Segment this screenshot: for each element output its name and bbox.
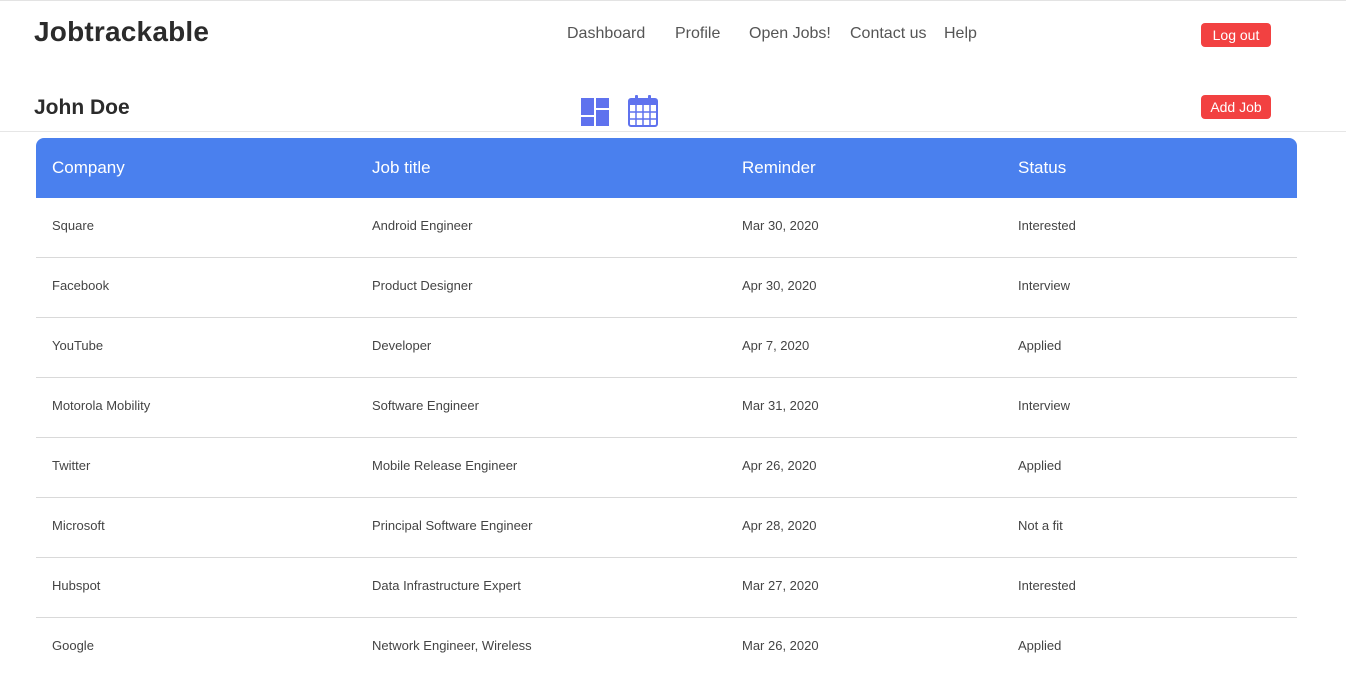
nav-help[interactable]: Help bbox=[944, 25, 977, 43]
cell-job-title: Data Infrastructure Expert bbox=[372, 578, 521, 593]
cell-status: Interview bbox=[1018, 398, 1071, 413]
cell-status: Not a fit bbox=[1018, 518, 1063, 533]
cell-company: YouTube bbox=[52, 338, 104, 353]
nav-open-jobs[interactable]: Open Jobs! bbox=[749, 25, 831, 43]
table-header: Company Job title Reminder Status bbox=[36, 138, 1297, 198]
divider bbox=[0, 131, 1346, 132]
cell-status: Interested bbox=[1018, 218, 1076, 233]
cell-job-title: Developer bbox=[372, 338, 432, 353]
table-row[interactable]: Twitter Mobile Release Engineer Apr 26, … bbox=[36, 438, 1297, 498]
cell-status: Interested bbox=[1018, 578, 1076, 593]
cell-reminder: Mar 26, 2020 bbox=[742, 638, 819, 653]
table-row[interactable]: Hubspot Data Infrastructure Expert Mar 2… bbox=[36, 558, 1297, 618]
cell-reminder: Apr 26, 2020 bbox=[742, 458, 817, 473]
brand-logo[interactable]: Jobtrackable bbox=[34, 16, 209, 48]
cell-job-title: Android Engineer bbox=[372, 218, 473, 233]
cell-status: Applied bbox=[1018, 338, 1062, 353]
top-border bbox=[0, 0, 1346, 1]
cell-reminder: Mar 30, 2020 bbox=[742, 218, 819, 233]
cell-job-title: Network Engineer, Wireless bbox=[372, 638, 532, 653]
cell-company: Square bbox=[52, 218, 94, 233]
cell-company: Motorola Mobility bbox=[52, 398, 151, 413]
table-row[interactable]: Motorola Mobility Software Engineer Mar … bbox=[36, 378, 1297, 438]
nav-contact-us[interactable]: Contact us bbox=[850, 25, 926, 43]
cell-reminder: Apr 7, 2020 bbox=[742, 338, 810, 353]
nav-profile[interactable]: Profile bbox=[675, 25, 720, 43]
add-job-button[interactable]: Add Job bbox=[1201, 95, 1271, 119]
cell-company: Hubspot bbox=[52, 578, 101, 593]
nav-dashboard[interactable]: Dashboard bbox=[567, 25, 645, 43]
column-header-job-title[interactable]: Job title bbox=[372, 138, 431, 198]
column-header-reminder[interactable]: Reminder bbox=[742, 138, 816, 198]
cell-reminder: Mar 27, 2020 bbox=[742, 578, 819, 593]
cell-status: Applied bbox=[1018, 458, 1062, 473]
cell-job-title: Mobile Release Engineer bbox=[372, 458, 518, 473]
cell-reminder: Apr 28, 2020 bbox=[742, 518, 817, 533]
cell-company: Microsoft bbox=[52, 518, 105, 533]
cell-job-title: Product Designer bbox=[372, 278, 473, 293]
cell-reminder: Apr 30, 2020 bbox=[742, 278, 817, 293]
dashboard-grid-icon[interactable] bbox=[580, 97, 610, 132]
cell-reminder: Mar 31, 2020 bbox=[742, 398, 819, 413]
cell-status: Interview bbox=[1018, 278, 1071, 293]
cell-company: Facebook bbox=[52, 278, 110, 293]
table-row[interactable]: Square Android Engineer Mar 30, 2020 Int… bbox=[36, 198, 1297, 258]
table-row[interactable]: Microsoft Principal Software Engineer Ap… bbox=[36, 498, 1297, 558]
column-header-status[interactable]: Status bbox=[1018, 138, 1066, 198]
table-row[interactable]: Google Network Engineer, Wireless Mar 26… bbox=[36, 618, 1297, 678]
cell-company: Google bbox=[52, 638, 94, 653]
table-row[interactable]: YouTube Developer Apr 7, 2020 Applied bbox=[36, 318, 1297, 378]
cell-job-title: Software Engineer bbox=[372, 398, 479, 413]
user-name: John Doe bbox=[34, 96, 130, 119]
calendar-icon[interactable] bbox=[627, 94, 659, 133]
logout-button[interactable]: Log out bbox=[1201, 23, 1271, 47]
column-header-company[interactable]: Company bbox=[52, 138, 125, 198]
cell-status: Applied bbox=[1018, 638, 1062, 653]
cell-company: Twitter bbox=[52, 458, 91, 473]
table-row[interactable]: Facebook Product Designer Apr 30, 2020 I… bbox=[36, 258, 1297, 318]
jobs-table: Company Job title Reminder Status Square… bbox=[36, 138, 1297, 678]
cell-job-title: Principal Software Engineer bbox=[372, 518, 533, 533]
